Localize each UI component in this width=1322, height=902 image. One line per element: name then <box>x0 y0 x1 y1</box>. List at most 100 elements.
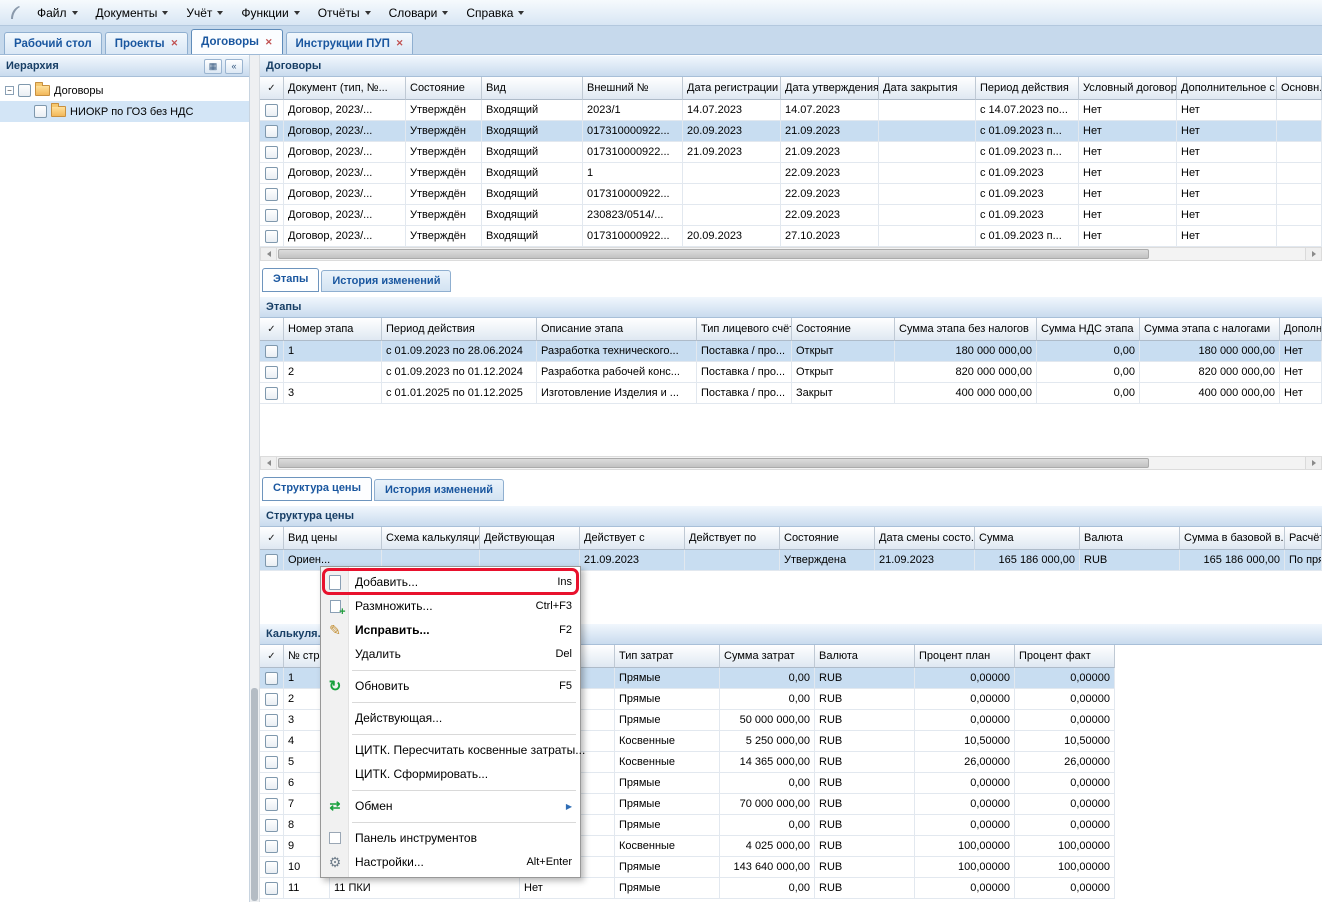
column-header[interactable]: Период действия <box>382 318 537 341</box>
menubar-item[interactable]: Отчёты <box>309 0 380 25</box>
context-menu-item[interactable]: Настройки...Alt+Enter <box>321 850 580 874</box>
column-header[interactable]: Период действия <box>976 77 1079 100</box>
context-menu-item[interactable]: ЦИТК. Пересчитать косвенные затраты... <box>321 738 580 762</box>
vertical-scrollbar[interactable] <box>250 55 260 902</box>
column-header[interactable]: Дата регистрации <box>683 77 781 100</box>
checkbox[interactable] <box>265 693 278 706</box>
table-row[interactable]: 3с 01.01.2025 по 01.12.2025Изготовление … <box>260 383 1322 404</box>
column-header[interactable]: Схема калькуляци... <box>382 527 480 550</box>
stages-hscrollbar-track[interactable] <box>1150 457 1305 469</box>
tree-node[interactable]: −Договоры <box>0 80 249 101</box>
contracts-hscrollbar-track[interactable] <box>1150 248 1305 260</box>
tree-node[interactable]: НИОКР по ГОЗ без НДС <box>0 101 249 122</box>
column-header[interactable]: Дата утверждения <box>781 77 879 100</box>
vertical-scrollbar-thumb[interactable] <box>251 688 258 901</box>
column-header[interactable]: Действует с <box>580 527 685 550</box>
workspace-tab[interactable]: Договоры✕ <box>191 29 282 54</box>
column-header[interactable]: Сумма затрат <box>720 645 815 668</box>
checkbox[interactable] <box>265 366 278 379</box>
section-tab[interactable]: Этапы <box>262 268 319 292</box>
column-header[interactable]: ✓ <box>260 645 284 668</box>
context-menu-item[interactable]: УдалитьDel <box>321 642 580 666</box>
tree-expander-icon[interactable]: − <box>5 86 14 95</box>
table-row[interactable]: Договор, 2023/...УтверждёнВходящий122.09… <box>260 163 1322 184</box>
column-header[interactable]: Условный договор <box>1079 77 1177 100</box>
table-row[interactable]: 1111 ПКИНетПрямые0,00RUB0,000000,00000 <box>260 878 1115 899</box>
checkbox[interactable] <box>265 777 278 790</box>
scroll-right-arrow-icon[interactable] <box>1305 248 1321 260</box>
checkbox[interactable] <box>265 819 278 832</box>
grid-view-icon[interactable]: ▦ <box>204 59 222 74</box>
scroll-right-arrow-icon[interactable] <box>1305 457 1321 469</box>
context-menu-item[interactable]: Действующая... <box>321 706 580 730</box>
checkbox[interactable] <box>265 387 278 400</box>
menubar-item[interactable]: Функции <box>232 0 308 25</box>
column-header[interactable]: Тип лицевого счёт <box>697 318 792 341</box>
menubar-item[interactable]: Файл <box>28 0 87 25</box>
column-header[interactable]: Тип затрат <box>615 645 720 668</box>
contracts-hscrollbar-thumb[interactable] <box>278 249 1149 259</box>
table-row[interactable]: Договор, 2023/...УтверждёнВходящий2023/1… <box>260 100 1322 121</box>
context-menu-item[interactable]: Панель инструментов <box>321 826 580 850</box>
column-header[interactable]: Валюта <box>815 645 915 668</box>
checkbox[interactable] <box>265 345 278 358</box>
column-header[interactable]: Действующая <box>480 527 580 550</box>
column-header[interactable]: ✓ <box>260 318 284 341</box>
collapse-panel-icon[interactable]: « <box>225 59 243 74</box>
contracts-hscrollbar[interactable] <box>260 247 1322 261</box>
workspace-tab[interactable]: Рабочий стол <box>4 32 102 54</box>
checkbox[interactable] <box>18 84 31 97</box>
workspace-tab[interactable]: Проекты✕ <box>105 32 188 54</box>
checkbox[interactable] <box>265 672 278 685</box>
checkbox[interactable] <box>265 209 278 222</box>
checkbox[interactable] <box>265 146 278 159</box>
column-header[interactable]: Номер этапа <box>284 318 382 341</box>
checkbox[interactable] <box>265 104 278 117</box>
scroll-left-arrow-icon[interactable] <box>261 248 277 260</box>
column-header[interactable]: Документ (тип, №... <box>284 77 406 100</box>
checkbox[interactable] <box>265 798 278 811</box>
checkbox[interactable] <box>265 167 278 180</box>
menubar-item[interactable]: Документы <box>87 0 178 25</box>
scroll-left-arrow-icon[interactable] <box>261 457 277 469</box>
section-tab[interactable]: Структура цены <box>262 477 372 501</box>
menubar-item[interactable]: Справка <box>457 0 533 25</box>
tab-close-icon[interactable]: ✕ <box>396 39 404 48</box>
table-row[interactable]: 1с 01.09.2023 по 28.06.2024Разработка те… <box>260 341 1322 362</box>
tab-close-icon[interactable]: ✕ <box>171 39 179 48</box>
column-header[interactable]: Расчёт... <box>1285 527 1322 550</box>
checkbox[interactable] <box>265 735 278 748</box>
column-header[interactable]: ✓ <box>260 527 284 550</box>
stages-hscrollbar-thumb[interactable] <box>278 458 1149 468</box>
menubar-item[interactable]: Учёт <box>177 0 232 25</box>
context-menu-item[interactable]: Исправить...F2 <box>321 618 580 642</box>
column-header[interactable]: Внешний № <box>583 77 683 100</box>
stages-hscrollbar[interactable] <box>260 456 1322 470</box>
column-header[interactable]: Дополн... <box>1280 318 1322 341</box>
column-header[interactable]: Сумма в базовой в... <box>1180 527 1285 550</box>
column-header[interactable]: Описание этапа <box>537 318 697 341</box>
tab-close-icon[interactable]: ✕ <box>265 38 273 47</box>
column-header[interactable]: Дата закрытия <box>879 77 976 100</box>
table-row[interactable]: Договор, 2023/...УтверждёнВходящий017310… <box>260 142 1322 163</box>
column-header[interactable]: ✓ <box>260 77 284 100</box>
column-header[interactable]: Вид <box>482 77 583 100</box>
column-header[interactable]: Действует по <box>685 527 780 550</box>
checkbox[interactable] <box>265 188 278 201</box>
column-header[interactable]: Состояние <box>406 77 482 100</box>
column-header[interactable]: Валюта <box>1080 527 1180 550</box>
checkbox[interactable] <box>265 882 278 895</box>
table-row[interactable]: Договор, 2023/...УтверждёнВходящий017310… <box>260 121 1322 142</box>
table-row[interactable]: Договор, 2023/...УтверждёнВходящий017310… <box>260 226 1322 247</box>
column-header[interactable]: Сумма <box>975 527 1080 550</box>
section-tab[interactable]: История изменений <box>374 479 504 501</box>
context-menu-item[interactable]: ОбновитьF5 <box>321 674 580 698</box>
section-tab[interactable]: История изменений <box>321 270 451 292</box>
checkbox[interactable] <box>34 105 47 118</box>
column-header[interactable]: Основн... <box>1277 77 1322 100</box>
checkbox[interactable] <box>265 756 278 769</box>
column-header[interactable]: Дата смены состо... <box>875 527 975 550</box>
checkbox[interactable] <box>265 840 278 853</box>
table-row[interactable]: Договор, 2023/...УтверждёнВходящий017310… <box>260 184 1322 205</box>
context-menu-item[interactable]: Размножить...Ctrl+F3 <box>321 594 580 618</box>
